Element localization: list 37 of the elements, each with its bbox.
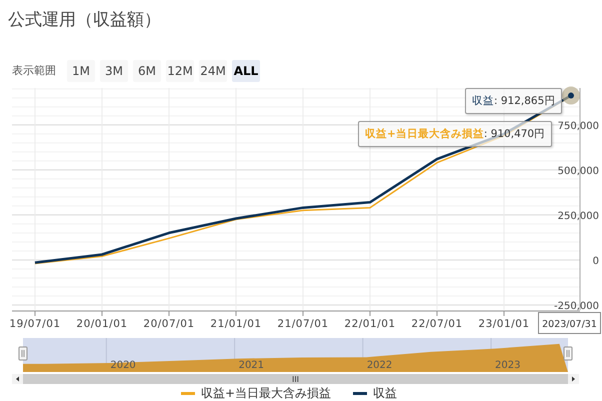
tooltip: 収益: 912,865円 (465, 88, 562, 114)
x-axis-label: 21/01/01 (210, 318, 262, 330)
y-axis-label: -250,000 (554, 300, 599, 312)
x-axis-label: 21/07/01 (277, 318, 329, 330)
x-axis-label: 22/01/01 (344, 318, 396, 330)
x-axis-label: 20/01/01 (76, 318, 128, 330)
range-button[interactable]: 24M (199, 60, 227, 82)
range-button[interactable]: 3M (100, 60, 128, 82)
crosshair-label-background (538, 312, 601, 334)
y-axis-label: 0 (592, 256, 599, 267)
navigator-handle[interactable] (18, 346, 28, 360)
range-label: 表示範囲 (12, 63, 56, 78)
scrollbar-thumb[interactable] (23, 374, 568, 384)
range-button[interactable]: 1M (67, 60, 95, 82)
range-button[interactable]: 12M (166, 60, 194, 82)
x-axis-label: 22/07/01 (411, 318, 463, 330)
y-axis-label: 500,000 (558, 166, 599, 177)
navigator-year-label: 2022 (366, 360, 392, 371)
range-button[interactable]: 6M (133, 60, 161, 82)
navigator-year-label: 2020 (110, 360, 136, 371)
scroll-right-button[interactable] (568, 374, 579, 384)
navigator-handle[interactable] (564, 346, 572, 360)
scroll-left-button[interactable] (12, 374, 23, 384)
x-axis-label: 19/07/01 (9, 318, 61, 330)
chart-title: 公式運用（収益額） (8, 10, 161, 30)
range-button[interactable]: ALL (232, 60, 260, 82)
x-axis-label: 20/07/01 (143, 318, 195, 330)
tooltip: 収益+当日最大含み損益: 910,470円 (358, 121, 552, 147)
legend-item[interactable]: 収益 (373, 385, 398, 401)
y-axis-label: 250,000 (558, 210, 599, 222)
y-axis-label: 750,000 (558, 120, 599, 132)
x-axis-label: 23/01/01 (478, 318, 530, 330)
scrollbar-grip: III (292, 375, 300, 384)
legend-item[interactable]: 収益+当日最大含み損益 (200, 385, 332, 401)
navigator-year-label: 2021 (238, 360, 264, 371)
navigator-year-label: 2023 (495, 360, 520, 371)
x-axis-label: 2023/07/31 (542, 319, 597, 330)
